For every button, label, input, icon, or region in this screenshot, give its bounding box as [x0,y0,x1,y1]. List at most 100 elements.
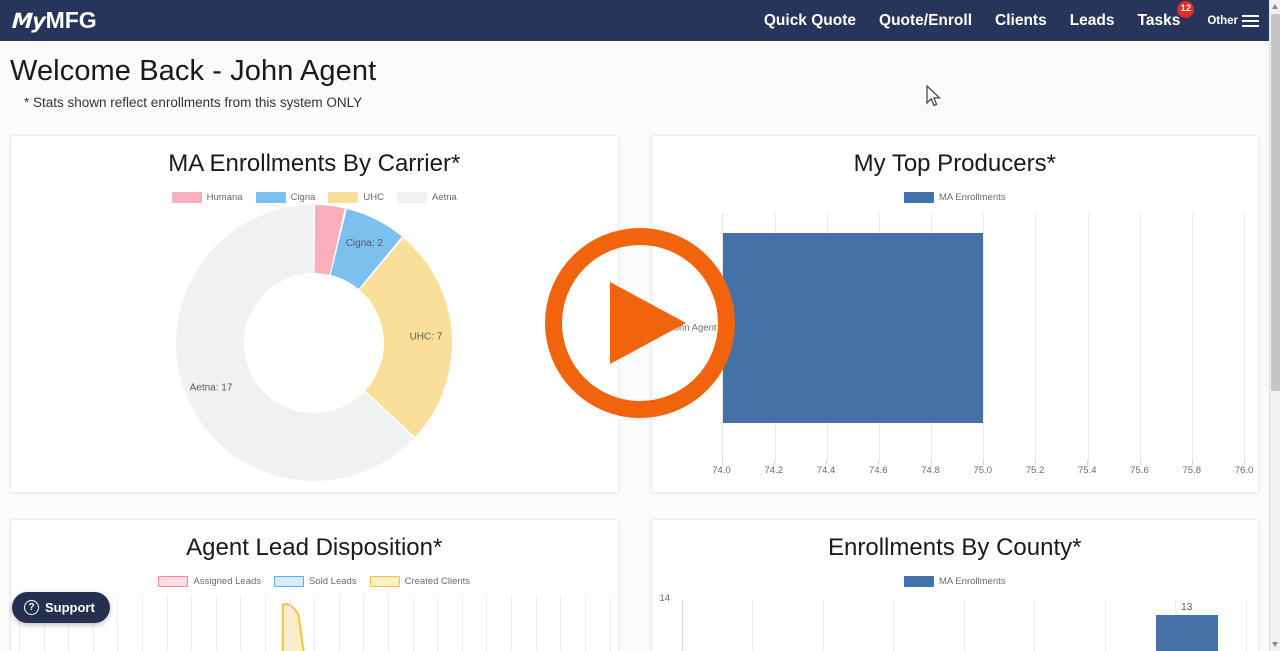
hbar-chart-top-producers[interactable]: John Agent 74.074.274.474.674.875.075.27… [660,203,1251,488]
nav-item-leads[interactable]: Leads [1070,12,1115,30]
brand-logo[interactable]: My MFG [12,9,97,32]
donut-slice-label-uhc: UHC: 7 [410,331,443,342]
nav-item-quote-enroll[interactable]: Quote/Enroll [879,12,972,30]
hbar-xtick-74.2: 74.2 [765,465,784,476]
legend-swatch-county-ma-enrollments [904,576,934,587]
lead-disposition-gridline [610,595,611,651]
question-mark-icon: ? [24,600,39,615]
county-gridline [964,599,965,651]
hbar-x-axis: 74.074.274.474.674.875.075.275.475.675.8… [722,465,1245,485]
county-gridline [893,599,894,651]
hbar-plot-area: John Agent [722,213,1245,463]
page-scrollbar[interactable] [1269,0,1280,651]
hbar-gridline [1140,213,1141,463]
nav-item-tasks[interactable]: Tasks 12 [1138,12,1181,30]
legend-swatch-sold-leads [274,576,304,587]
legend-label-uhc: UHC [363,192,384,203]
lead-disposition-gridline [486,595,487,651]
hbar-xtick-75.4: 75.4 [1078,465,1097,476]
hbar-xtick-74.6: 74.6 [869,465,888,476]
lead-disposition-gridline [413,595,414,651]
support-button[interactable]: ? Support [12,592,110,623]
page-title: Welcome Back - John Agent [10,55,1269,88]
lead-disposition-gridline [462,595,463,651]
card-enrollments-by-county: Enrollments By County* MA Enrollments 14… [651,519,1260,651]
legend-item-ma-enrollments[interactable]: MA Enrollments [904,192,1006,203]
mouse-cursor [925,85,943,109]
nav-item-clients[interactable]: Clients [995,12,1047,30]
hbar-gridline [1035,213,1036,463]
hbar-xtick-75.6: 75.6 [1130,465,1149,476]
play-triangle-icon [610,282,686,364]
card-title-carrier: MA Enrollments By Carrier* [19,150,610,179]
scroll-thumb[interactable] [1271,14,1280,391]
hbar-gridline [1192,213,1193,463]
hbar-gridline [1244,213,1245,463]
legend-label-assigned-leads: Assigned Leads [193,576,261,587]
page-header: Welcome Back - John Agent * Stats shown … [0,41,1269,120]
hamburger-menu-icon[interactable] [1242,15,1259,27]
county-gridline [823,599,824,651]
lead-disposition-gridline [339,595,340,651]
lead-disposition-gridline [511,595,512,651]
card-agent-lead-disposition: Agent Lead Disposition* Assigned Leads S… [10,519,619,651]
legend-item-cigna[interactable]: Cigna [256,192,316,203]
lead-disposition-gridline [142,595,143,651]
legend-lead-disposition: Assigned Leads Sold Leads Created Client… [19,576,610,587]
nav-item-quick-quote[interactable]: Quick Quote [764,12,856,30]
donut-slice-label-aetna: Aetna: 17 [190,382,233,393]
hbar-bar-john-agent[interactable] [723,233,984,423]
county-bar-13[interactable] [1156,615,1218,651]
lead-disposition-gridline [585,595,586,651]
top-navbar: My MFG Quick Quote Quote/Enroll Clients … [0,0,1269,41]
donut-svg: Cigna: 2 UHC: 7 Aetna: 17 [174,203,454,483]
lead-disposition-gridline [363,595,364,651]
scroll-up-arrow-icon[interactable] [1272,4,1278,9]
lead-disposition-gridline [314,595,315,651]
county-gridline [1034,599,1035,651]
hbar-gridline [983,213,984,463]
lead-disposition-gridline [290,595,291,651]
donut-slice-label-cigna: Cigna: 2 [346,238,384,249]
hbar-xtick-74.8: 74.8 [921,465,940,476]
legend-enrollments-county: MA Enrollments [660,576,1251,587]
legend-item-assigned-leads[interactable]: Assigned Leads [158,576,261,587]
card-my-top-producers: My Top Producers* MA Enrollments John Ag… [651,135,1260,493]
lead-disposition-gridline [388,595,389,651]
card-title-lead-disposition: Agent Lead Disposition* [19,534,610,563]
county-plot[interactable]: 14 13 [660,595,1251,651]
play-button[interactable] [545,228,735,418]
legend-label-ma-enrollments: MA Enrollments [939,192,1006,203]
legend-swatch-aetna [397,192,427,203]
legend-item-county-ma-enrollments[interactable]: MA Enrollments [904,576,1006,587]
nav-item-other[interactable]: Other [1207,15,1259,27]
legend-label-cigna: Cigna [291,192,316,203]
legend-label-sold-leads: Sold Leads [309,576,357,587]
brand-mfg-text: MFG [46,9,97,32]
legend-item-aetna[interactable]: Aetna [397,192,457,203]
donut-chart-carrier[interactable]: Cigna: 2 UHC: 7 Aetna: 17 [19,203,610,483]
legend-item-created-clients[interactable]: Created Clients [370,576,470,587]
lead-disposition-gridline [167,595,168,651]
legend-swatch-humana [172,192,202,203]
support-button-label: Support [45,600,95,615]
legend-swatch-created-clients [370,576,400,587]
legend-swatch-assigned-leads [158,576,188,587]
lead-disposition-gridline [216,595,217,651]
legend-item-uhc[interactable]: UHC [328,192,384,203]
card-title-enrollments-county: Enrollments By County* [660,534,1251,563]
legend-swatch-uhc [328,192,358,203]
lead-disposition-gridline [437,595,438,651]
nav-item-tasks-label: Tasks [1138,12,1181,29]
legend-item-humana[interactable]: Humana [172,192,243,203]
hbar-xtick-75.0: 75.0 [974,465,993,476]
legend-label-aetna: Aetna [432,192,457,203]
legend-swatch-cigna [256,192,286,203]
scroll-down-arrow-icon[interactable] [1272,642,1278,647]
county-bar-value-label: 13 [1181,602,1192,613]
county-gridline [1105,599,1106,651]
hbar-gridline [1088,213,1089,463]
lead-disposition-gridline [117,595,118,651]
legend-item-sold-leads[interactable]: Sold Leads [274,576,357,587]
lead-disposition-gridline [560,595,561,651]
